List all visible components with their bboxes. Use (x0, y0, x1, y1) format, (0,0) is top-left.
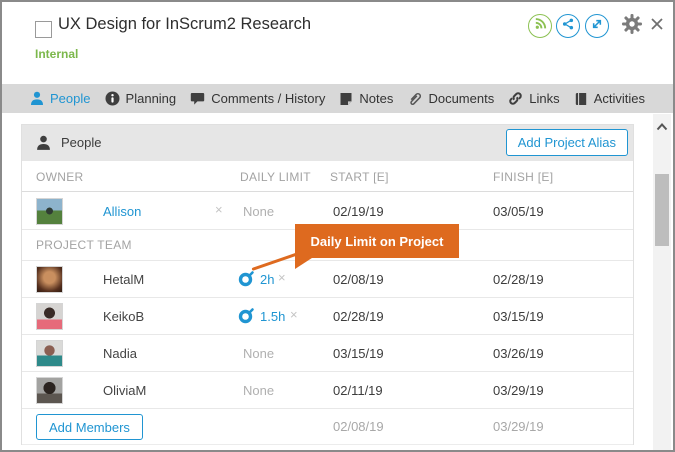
share-icon (561, 17, 575, 36)
info-icon (105, 91, 120, 106)
people-section-header: People Add Project Alias (22, 125, 633, 161)
member-name[interactable]: HetalM (103, 272, 144, 287)
tab-label: Documents (428, 91, 494, 106)
share-button[interactable] (556, 14, 580, 38)
table-row-hetalm[interactable]: HetalM 2h × 02/08/19 02/28/19 (22, 261, 633, 298)
column-finish: FINISH [E] (493, 170, 553, 184)
person-icon (30, 91, 44, 106)
table-header-row: OWNER DAILY LIMIT START [E] FINISH [E] (22, 161, 633, 192)
daily-limit-tooltip: Daily Limit on Project (295, 224, 459, 258)
note-icon (339, 92, 353, 106)
tab-label: People (50, 91, 90, 106)
member-name[interactable]: KeikoB (103, 309, 144, 324)
tab-people[interactable]: People (30, 91, 90, 106)
daily-limit-value[interactable]: 2h (260, 272, 274, 287)
settings-button[interactable] (620, 14, 644, 38)
scroll-up-button[interactable] (653, 118, 671, 136)
internal-badge: Internal (35, 47, 78, 61)
daily-limit-value[interactable]: None (243, 204, 274, 219)
tab-planning[interactable]: Planning (105, 91, 177, 106)
start-date[interactable]: 02/11/19 (333, 383, 383, 398)
tab-activities[interactable]: Activities (574, 91, 645, 106)
remove-icon[interactable]: × (215, 203, 223, 216)
daily-limit-value[interactable]: None (243, 383, 274, 398)
project-start-date: 02/08/19 (333, 419, 384, 434)
column-start: START [E] (330, 170, 389, 184)
rss-feed-button[interactable] (528, 14, 552, 38)
rss-feed-icon (533, 16, 548, 36)
daily-limit-value[interactable]: 1.5h (260, 309, 285, 324)
finish-date[interactable]: 03/29/19 (493, 383, 544, 398)
start-date[interactable]: 02/19/19 (333, 204, 384, 219)
paperclip-icon (407, 91, 422, 106)
table-row-keikob[interactable]: KeikoB 1.5h × 02/28/19 03/15/19 (22, 298, 633, 335)
column-daily-limit: DAILY LIMIT (240, 170, 311, 184)
close-button[interactable] (647, 16, 667, 36)
avatar (36, 303, 63, 330)
project-finish-date: 03/29/19 (493, 419, 544, 434)
expand-button[interactable] (585, 14, 609, 38)
daily-limit-value[interactable]: None (243, 346, 274, 361)
column-owner: OWNER (36, 170, 84, 184)
tab-label: Notes (359, 91, 393, 106)
tab-comments-history[interactable]: Comments / History (190, 91, 325, 106)
section-title: People (61, 135, 101, 150)
tab-label: Planning (126, 91, 177, 106)
project-dialog: UX Design for InScrum2 Research Internal… (0, 0, 675, 452)
start-date[interactable]: 02/28/19 (333, 309, 384, 324)
gear-icon (621, 13, 643, 40)
avatar (36, 377, 63, 404)
people-panel: People Add Project Alias OWNER DAILY LIM… (21, 124, 634, 445)
tab-bar: People Planning Comments / History Notes… (2, 84, 673, 113)
scrollbar-track[interactable] (653, 114, 671, 452)
avatar (36, 198, 63, 225)
add-project-alias-button[interactable]: Add Project Alias (506, 129, 628, 156)
link-icon (508, 91, 523, 106)
title-checkbox[interactable] (35, 21, 52, 38)
tab-documents[interactable]: Documents (407, 91, 494, 106)
remove-icon[interactable]: × (290, 308, 298, 321)
finish-date[interactable]: 03/26/19 (493, 346, 544, 361)
daily-limit-timer-icon[interactable] (238, 269, 255, 292)
chevron-up-icon (656, 118, 668, 136)
avatar (36, 266, 63, 293)
remove-icon[interactable]: × (278, 271, 286, 284)
member-name[interactable]: Allison (103, 204, 141, 219)
table-footer-row: Add Members 02/08/19 03/29/19 (22, 409, 633, 445)
person-icon (36, 135, 51, 156)
member-name[interactable]: OliviaM (103, 383, 146, 398)
tab-label: Comments / History (211, 91, 325, 106)
start-date[interactable]: 02/08/19 (333, 272, 384, 287)
scrollbar-thumb[interactable] (655, 174, 669, 246)
page-title: UX Design for InScrum2 Research (58, 15, 311, 34)
start-date[interactable]: 03/15/19 (333, 346, 384, 361)
table-row-nadia[interactable]: Nadia None 03/15/19 03/26/19 (22, 335, 633, 372)
finish-date[interactable]: 02/28/19 (493, 272, 544, 287)
book-icon (574, 92, 588, 106)
close-icon (649, 16, 665, 37)
tab-notes[interactable]: Notes (339, 91, 393, 106)
finish-date[interactable]: 03/15/19 (493, 309, 544, 324)
member-name[interactable]: Nadia (103, 346, 137, 361)
daily-limit-timer-icon[interactable] (238, 306, 255, 329)
avatar (36, 340, 63, 367)
tab-label: Activities (594, 91, 645, 106)
group-label: PROJECT TEAM (36, 238, 132, 252)
comment-icon (190, 92, 205, 106)
tab-label: Links (529, 91, 559, 106)
table-row-oliviam[interactable]: OliviaM None 02/11/19 03/29/19 (22, 372, 633, 409)
tab-links[interactable]: Links (508, 91, 559, 106)
finish-date[interactable]: 03/05/19 (493, 204, 544, 219)
expand-icon (590, 17, 604, 36)
add-members-button[interactable]: Add Members (36, 414, 143, 440)
